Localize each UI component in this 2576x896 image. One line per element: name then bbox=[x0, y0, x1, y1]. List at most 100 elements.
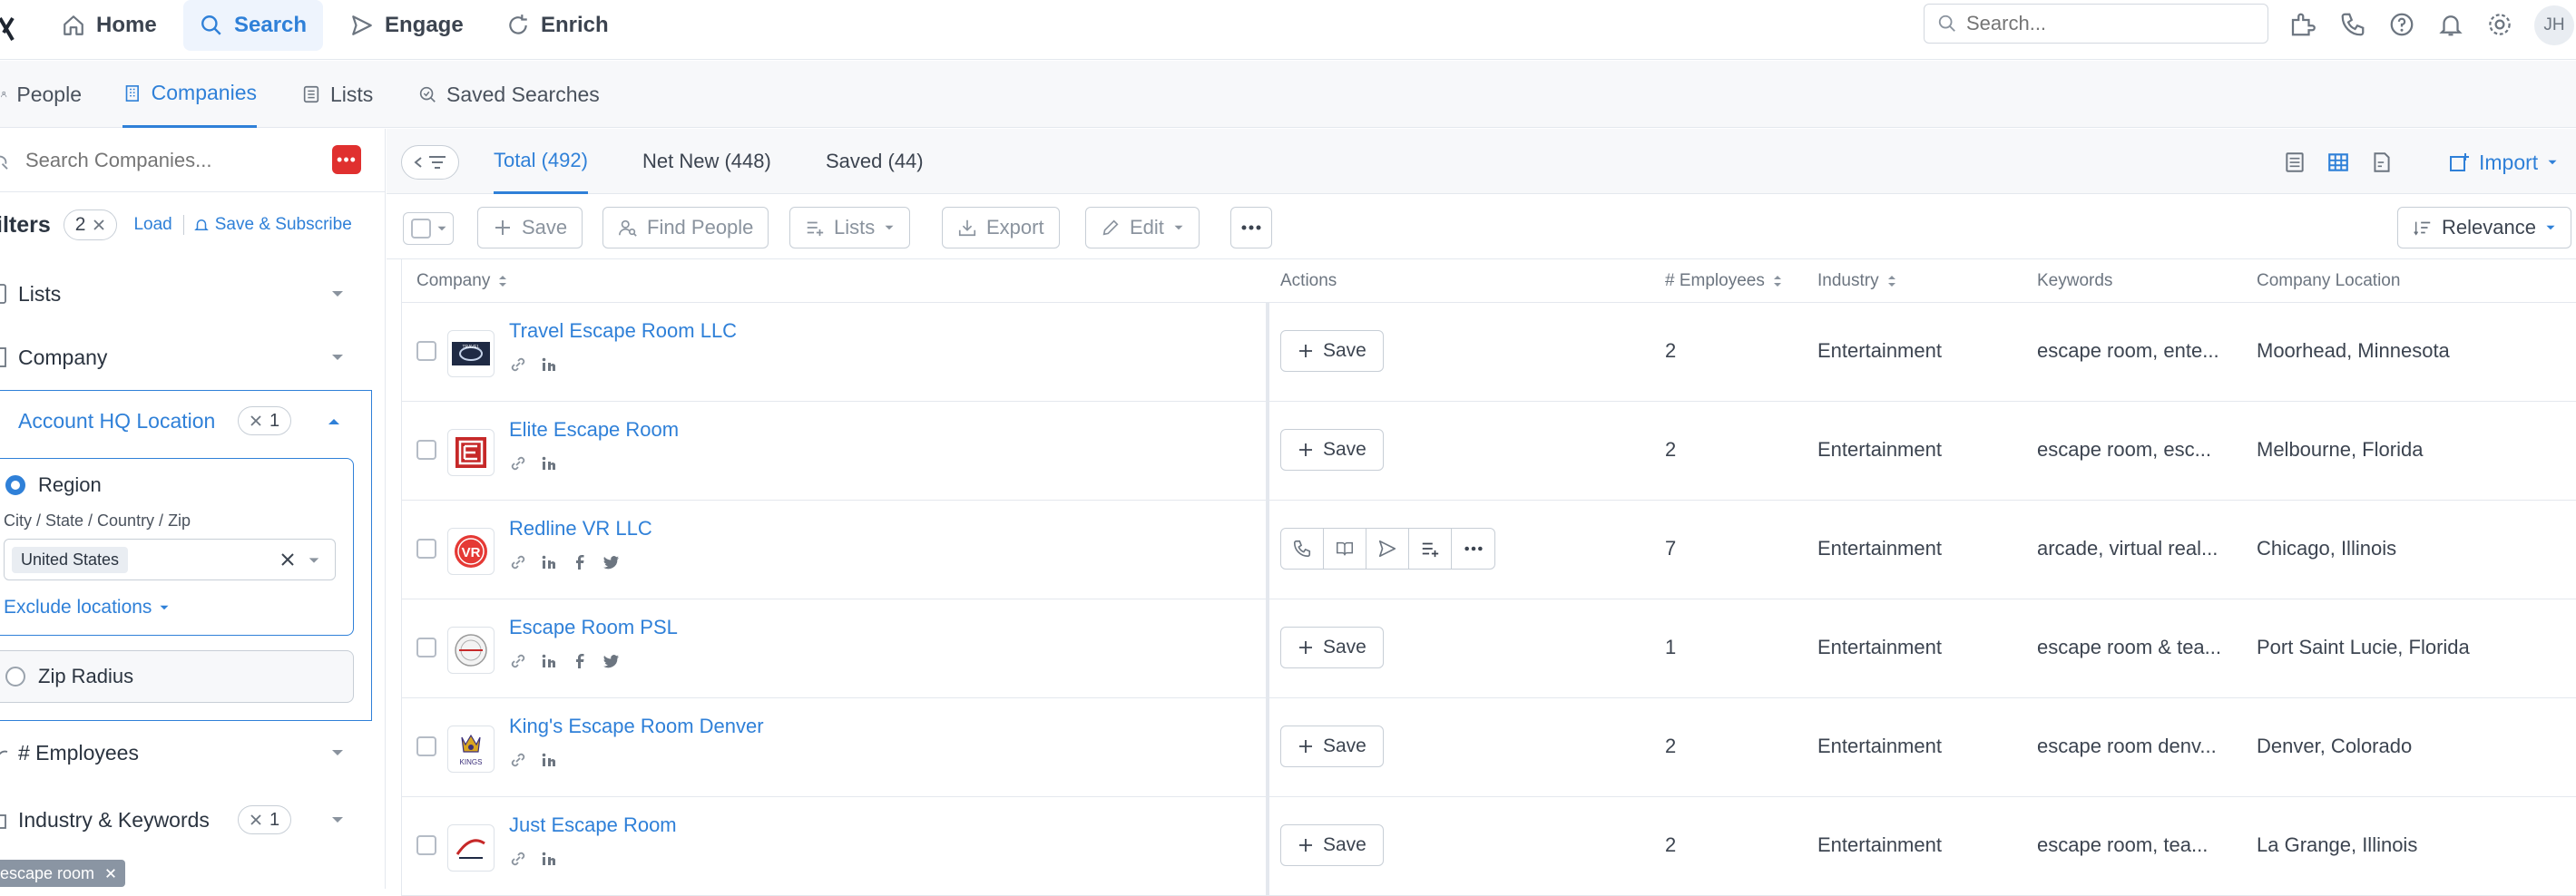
chevron-up-icon[interactable] bbox=[327, 414, 341, 429]
column-employees[interactable]: # Employees bbox=[1665, 259, 1783, 303]
exclude-locations-button[interactable]: Exclude locations bbox=[4, 597, 170, 618]
table-row[interactable]: Elite Escape Room Save 2 Entertainment e… bbox=[401, 402, 2576, 501]
tab-net-new[interactable]: Net New (448) bbox=[642, 129, 771, 194]
location-filter-title[interactable]: Account HQ Location bbox=[18, 409, 215, 433]
linkedin-icon[interactable] bbox=[540, 751, 558, 769]
tab-total[interactable]: Total (492) bbox=[494, 129, 588, 194]
keywords-value[interactable]: escape room, tea... bbox=[2037, 833, 2208, 857]
save-subscribe-button[interactable]: Save & Subscribe bbox=[193, 215, 352, 235]
company-name-link[interactable]: King's Escape Room Denver bbox=[509, 715, 764, 738]
keyword-chip[interactable]: escape room bbox=[0, 860, 126, 887]
table-view-icon[interactable] bbox=[2326, 151, 2350, 174]
export-button[interactable]: Export bbox=[942, 207, 1060, 248]
tab-people[interactable]: People bbox=[0, 61, 82, 128]
keywords-value[interactable]: arcade, virtual real... bbox=[2037, 537, 2218, 560]
company-search-input[interactable] bbox=[25, 148, 316, 172]
table-row[interactable]: VR Redline VR LLC 7 Entertainment arcade… bbox=[401, 501, 2576, 599]
nav-search[interactable]: Search bbox=[183, 0, 324, 51]
save-company-button[interactable]: Save bbox=[1280, 429, 1384, 471]
tab-saved[interactable]: Saved (44) bbox=[826, 129, 924, 194]
puzzle-icon[interactable] bbox=[2288, 11, 2316, 38]
help-icon[interactable] bbox=[2388, 11, 2415, 38]
select-all-checkbox[interactable] bbox=[411, 219, 431, 239]
filter-section-industry[interactable]: Industry & Keywords 1 bbox=[0, 794, 372, 845]
close-icon[interactable] bbox=[250, 414, 262, 427]
link-icon[interactable] bbox=[509, 751, 527, 769]
link-icon[interactable] bbox=[509, 355, 527, 374]
company-name-link[interactable]: Just Escape Room bbox=[509, 813, 677, 837]
radio-selected-icon[interactable] bbox=[5, 475, 25, 495]
phone-icon[interactable] bbox=[2339, 11, 2366, 38]
bell-icon[interactable] bbox=[2437, 11, 2464, 38]
nav-engage[interactable]: Engage bbox=[334, 0, 480, 51]
clear-icon[interactable] bbox=[280, 552, 295, 567]
company-name-link[interactable]: Elite Escape Room bbox=[509, 418, 679, 442]
industry-filter-count[interactable]: 1 bbox=[238, 805, 292, 834]
add-to-list-button[interactable] bbox=[1409, 529, 1452, 569]
ai-filter-icon[interactable]: ••• bbox=[332, 145, 361, 174]
company-search-box[interactable] bbox=[0, 129, 386, 192]
import-button[interactable]: Import bbox=[2448, 145, 2558, 180]
zip-radius-option[interactable]: Zip Radius bbox=[0, 650, 354, 703]
close-icon[interactable] bbox=[250, 813, 262, 826]
nav-home[interactable]: Home bbox=[45, 0, 173, 51]
link-icon[interactable] bbox=[509, 652, 527, 670]
filter-section-company[interactable]: Company bbox=[0, 332, 372, 383]
sort-dropdown-button[interactable]: Relevance bbox=[2397, 207, 2571, 248]
linkedin-icon[interactable] bbox=[540, 553, 558, 571]
sort-arrows-icon[interactable] bbox=[497, 274, 508, 288]
location-filter-count[interactable]: 1 bbox=[238, 406, 292, 435]
link-icon[interactable] bbox=[509, 553, 527, 571]
active-filter-count[interactable]: 2 bbox=[63, 209, 118, 240]
edit-dropdown-button[interactable]: Edit bbox=[1085, 207, 1200, 248]
row-more-button[interactable] bbox=[1452, 529, 1494, 569]
close-icon[interactable] bbox=[93, 219, 105, 231]
sequence-button[interactable] bbox=[1324, 529, 1366, 569]
list-view-icon[interactable] bbox=[2283, 151, 2307, 174]
load-button[interactable]: Load bbox=[133, 215, 171, 235]
company-name-link[interactable]: Redline VR LLC bbox=[509, 517, 652, 541]
table-row[interactable]: KINGS King's Escape Room Denver Save 2 E… bbox=[401, 698, 2576, 797]
keywords-value[interactable]: escape room, esc... bbox=[2037, 438, 2211, 462]
sort-arrows-icon[interactable] bbox=[1886, 274, 1897, 288]
column-industry[interactable]: Industry bbox=[1817, 259, 1897, 303]
facebook-icon[interactable] bbox=[571, 553, 589, 571]
table-row[interactable]: Just Escape Room Save 2 Entertainment es… bbox=[401, 797, 2576, 896]
twitter-icon[interactable] bbox=[602, 553, 620, 571]
lists-dropdown-button[interactable]: Lists bbox=[789, 207, 911, 248]
tab-companies[interactable]: Companies bbox=[122, 61, 257, 128]
bulk-save-button[interactable]: Save bbox=[477, 207, 583, 248]
company-name-link[interactable]: Escape Room PSL bbox=[509, 616, 678, 639]
twitter-icon[interactable] bbox=[602, 652, 620, 670]
call-button[interactable] bbox=[1281, 529, 1324, 569]
table-row[interactable]: Escape Room PSL Save 1 Entertainment esc… bbox=[401, 599, 2576, 698]
row-checkbox[interactable] bbox=[416, 539, 436, 559]
more-actions-button[interactable] bbox=[1230, 207, 1272, 248]
save-company-button[interactable]: Save bbox=[1280, 824, 1384, 866]
collapse-filters-button[interactable] bbox=[401, 145, 459, 180]
facebook-icon[interactable] bbox=[571, 652, 589, 670]
save-company-button[interactable]: Save bbox=[1280, 330, 1384, 372]
link-icon[interactable] bbox=[509, 850, 527, 868]
app-logo-icon[interactable] bbox=[0, 13, 18, 45]
linkedin-icon[interactable] bbox=[540, 454, 558, 472]
sort-arrows-icon[interactable] bbox=[1772, 274, 1783, 288]
column-company[interactable]: Company bbox=[416, 259, 508, 303]
save-company-button[interactable]: Save bbox=[1280, 726, 1384, 767]
avatar[interactable]: JH bbox=[2534, 5, 2574, 45]
table-row[interactable]: TRAVEL Travel Escape Room LLC Save 2 Ent… bbox=[401, 303, 2576, 402]
linkedin-icon[interactable] bbox=[540, 652, 558, 670]
filter-section-employees[interactable]: # Employees bbox=[0, 727, 372, 778]
linkedin-icon[interactable] bbox=[540, 355, 558, 374]
keywords-value[interactable]: escape room denv... bbox=[2037, 735, 2217, 758]
select-all-dropdown[interactable] bbox=[403, 212, 454, 245]
linkedin-icon[interactable] bbox=[540, 850, 558, 868]
filter-section-lists[interactable]: Lists bbox=[0, 268, 372, 319]
radio-unselected-icon[interactable] bbox=[5, 667, 25, 687]
find-people-button[interactable]: Find People bbox=[602, 207, 769, 248]
global-search-input[interactable] bbox=[1966, 12, 2257, 35]
row-checkbox[interactable] bbox=[416, 736, 436, 756]
row-checkbox[interactable] bbox=[416, 440, 436, 460]
row-checkbox[interactable] bbox=[416, 638, 436, 657]
keywords-value[interactable]: escape room & tea... bbox=[2037, 636, 2221, 659]
